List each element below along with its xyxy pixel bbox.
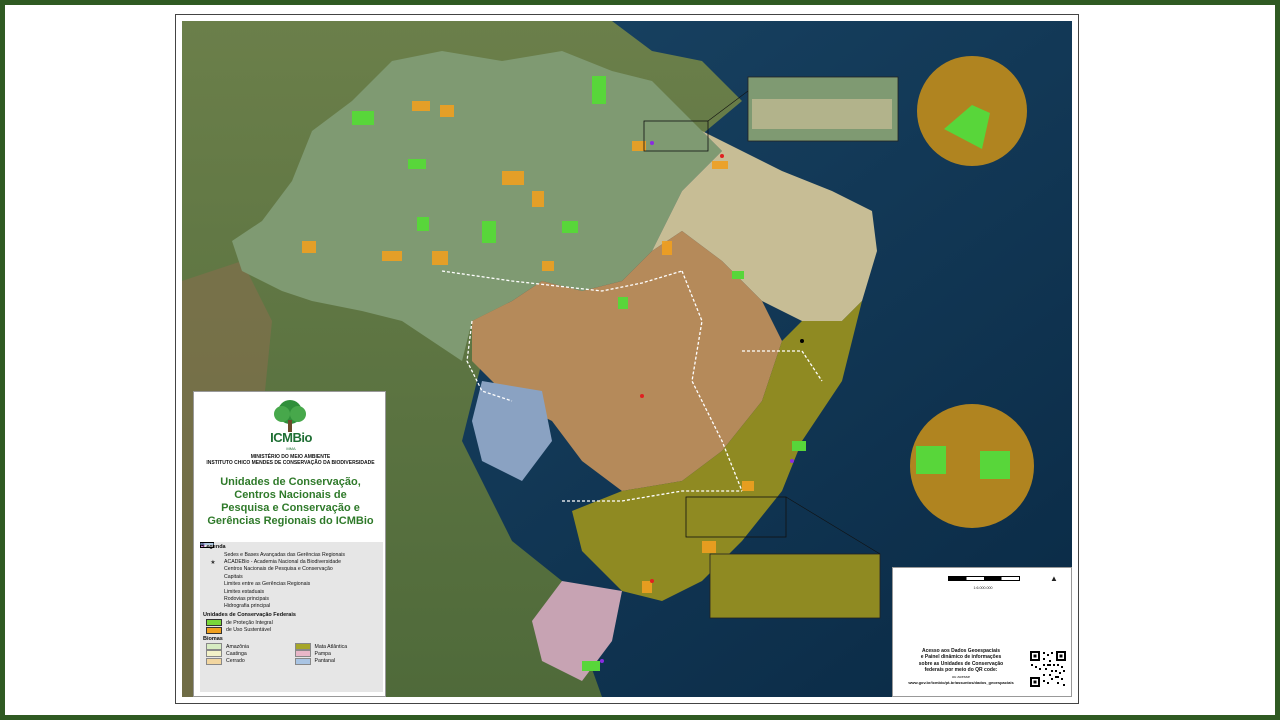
purple-dot-icon [200, 542, 220, 572]
north-arrow-icon: ▲ [1050, 574, 1058, 583]
bioma-label: Caatinga [226, 650, 247, 657]
legend-item: Centros Nacionais de Pesquisa e Conserva… [200, 542, 383, 573]
qr-code-icon [1029, 650, 1067, 688]
uc-heading: Unidades de Conservação Federais [203, 612, 296, 619]
uc-item-label: de Proteção Integral [226, 619, 273, 626]
swatch-icon [294, 650, 311, 658]
map-title: Unidades de Conservação, Centros Naciona… [198, 476, 383, 528]
scale-text: 1:6.000.000 [973, 586, 993, 590]
qr-label: Acesso aos Dados Geoespaciais e Painel d… [897, 648, 1025, 686]
legend-panel: ICMBio MMA MINISTÉRIO DO MEIO AMBIENTE I… [193, 391, 386, 697]
bioma-item: Mata Atlântica [294, 643, 384, 651]
island-inset-top [917, 56, 1027, 166]
ministry-block: MINISTÉRIO DO MEIO AMBIENTE INSTITUTO CH… [198, 454, 383, 466]
legend-item: Limites estaduais [200, 542, 383, 595]
logo-name: ICMBio [270, 430, 312, 445]
swatch-icon [294, 643, 311, 651]
title-line-4: Gerências Regionais do ICMBio [207, 515, 374, 527]
uc-item: de Proteção Integral [200, 619, 383, 627]
orange-swatch-icon [206, 626, 222, 634]
swatch-icon [206, 657, 222, 665]
blue-line-icon [200, 543, 220, 609]
star-icon: ★ [210, 559, 216, 566]
legend-item-label: Sedes e Bases Avançadas das Gerências Re… [224, 551, 346, 558]
swatch-icon [206, 650, 222, 658]
legend-item: Capitais [200, 543, 383, 580]
bioma-item: Caatinga [206, 650, 295, 658]
biomas-heading: Biomas [203, 635, 223, 642]
white-line-icon [200, 543, 220, 587]
island-inset-bottom [910, 404, 1034, 528]
bioma-item: Cerrado [206, 657, 295, 665]
black-box-icon [200, 542, 220, 594]
bioma-label: Amazônia [226, 643, 250, 650]
uc-item-label: de Uso Sustentável [226, 627, 271, 634]
legend-item: Sedes e Bases Avançadas das Gerências Re… [200, 542, 383, 558]
tree-icon [274, 400, 306, 432]
legend-item-label: ACADEBio - Academia Nacional da Biodiver… [224, 559, 342, 566]
bioma-label: Pampa [314, 650, 331, 657]
title-line-3: Pesquisa e Conservação e [221, 502, 360, 514]
legend-item: Hidrografia principal [200, 543, 383, 610]
legend-item-label: Hidrografia principal [224, 603, 271, 610]
bioma-label: Mata Atlântica [314, 643, 348, 650]
red-line-icon [200, 543, 220, 602]
legend-item-label: Capitais [224, 573, 243, 580]
bioma-label: Pantanal [314, 658, 335, 665]
legend-item-label: Limites estaduais [224, 588, 265, 595]
qr-url[interactable]: www.gov.br/icmbio/pt-br/assuntos/dados_g… [897, 680, 1025, 686]
biomas-grid: Amazônia Mata Atlântica Caatinga Pampa C… [200, 643, 383, 665]
black-dot-icon [201, 543, 220, 579]
logo-subtitle: MMA [286, 446, 296, 451]
title-line-2: Centros Nacionais de [234, 489, 347, 501]
scale-bar [948, 576, 1020, 581]
swatch-icon [294, 657, 311, 665]
map-sheet: ICMBio MMA MINISTÉRIO DO MEIO AMBIENTE I… [175, 14, 1079, 704]
swatch-icon [206, 643, 222, 651]
legend-item: ★ ACADEBio - Academia Nacional da Biodiv… [200, 558, 383, 566]
title-line-1: Unidades de Conservação, [220, 476, 361, 488]
bioma-item: Pampa [294, 650, 384, 658]
map-area: ICMBio MMA MINISTÉRIO DO MEIO AMBIENTE I… [182, 21, 1072, 697]
red-dot-icon [200, 542, 220, 557]
uc-item: de Uso Sustentável [200, 626, 383, 634]
bioma-item: Amazônia [206, 643, 295, 651]
bioma-label: Cerrado [226, 658, 245, 665]
ministry-line-2: INSTITUTO CHICO MENDES DE CONSERVAÇÃO DA… [206, 460, 375, 466]
legend-item-label: Limites entre as Gerências Regionais [224, 581, 311, 588]
green-swatch-icon [206, 619, 222, 627]
legend-heading: Legenda [203, 544, 226, 550]
legend-item-label: Centros Nacionais de Pesquisa e Conserva… [224, 566, 333, 573]
info-panel: ▲ 1:6.000.000 Acesso aos Dados Geoespaci… [892, 567, 1072, 697]
bioma-item: Pantanal [294, 657, 384, 665]
legend-item: Limites entre as Gerências Regionais [200, 543, 383, 588]
legend-item-label: Rodovias principais [224, 596, 269, 603]
legend-item: Rodovias principais [200, 543, 383, 603]
qr-code[interactable] [1029, 650, 1067, 688]
legend-list: Legenda Sedes e Bases Avançadas das Gerê… [200, 542, 383, 692]
